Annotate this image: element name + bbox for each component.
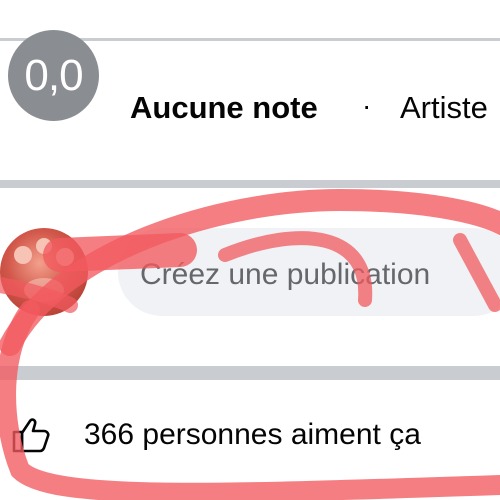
rating-separator: ·: [362, 90, 372, 121]
rating-label: Aucune note: [130, 90, 318, 125]
avatar-figure: [36, 238, 52, 254]
section-divider: [0, 180, 500, 188]
rating-score-badge: 0,0: [8, 30, 99, 121]
avatar-figure: [24, 278, 64, 302]
avatar-figure: [56, 248, 74, 266]
avatar-figure: [14, 246, 32, 264]
likes-count-text[interactable]: 366 personnes aiment ça: [84, 420, 421, 450]
avatar[interactable]: [0, 228, 88, 316]
page-category-label[interactable]: Artiste: [400, 92, 488, 123]
thumbs-up-icon: [12, 418, 50, 453]
section-divider: [0, 366, 500, 380]
create-post-placeholder: Créez une publication: [140, 258, 431, 291]
